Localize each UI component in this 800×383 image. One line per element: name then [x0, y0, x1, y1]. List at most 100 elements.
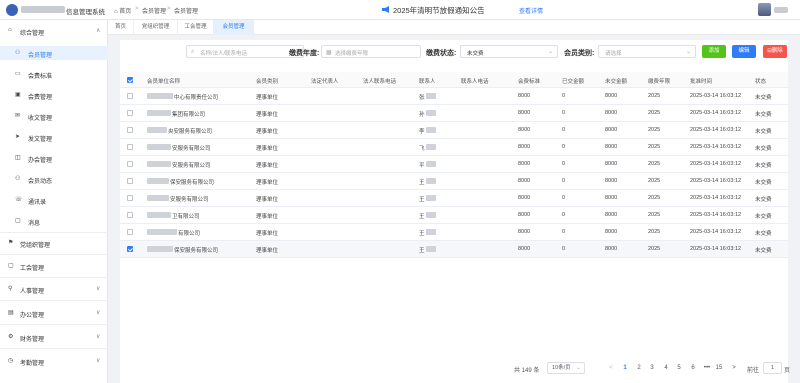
- sidebar-item-contacts[interactable]: ☏ 通讯录: [0, 193, 108, 207]
- row-checkbox[interactable]: [127, 178, 133, 184]
- page-4[interactable]: 4: [661, 363, 671, 374]
- table-row[interactable]: 安服务有限公司 理事单位 飞 8000 0 8000 2025 2025-03-14 16:0…: [120, 139, 788, 156]
- column-header[interactable]: 会员单位名称: [147, 77, 180, 85]
- page-6[interactable]: 6: [688, 363, 698, 374]
- year-picker[interactable]: ▦ 选择缴费年限: [321, 45, 421, 58]
- row-checkbox[interactable]: [127, 144, 133, 150]
- sidebar-item-activity[interactable]: ⚇ 会员动态: [0, 172, 108, 186]
- delete-button[interactable]: ⊟删除: [763, 45, 787, 58]
- cell-status: 未交费: [755, 112, 772, 118]
- row-checkbox[interactable]: [127, 212, 133, 218]
- page-5[interactable]: 5: [674, 363, 684, 374]
- tab-union[interactable]: 工会管理: [178, 20, 214, 35]
- column-header[interactable]: 缴费年限: [648, 77, 670, 85]
- column-header[interactable]: 会费标准: [518, 77, 540, 85]
- row-checkbox[interactable]: [127, 246, 133, 252]
- table-row[interactable]: 安服务有限公司 理事单位 平 8000 0 8000 2025 2025-03-14 16:0…: [120, 156, 788, 173]
- page-2[interactable]: 2: [634, 363, 644, 374]
- sidebar-item-general[interactable]: ⌂ 综合管理 ∧: [0, 24, 108, 38]
- cell-contact: 王: [419, 180, 425, 186]
- row-checkbox[interactable]: [127, 161, 133, 167]
- page-size-select[interactable]: 10条/页 ⌄: [547, 362, 585, 374]
- redacted-text: [147, 144, 171, 150]
- chevron-down-icon: ⌄: [576, 365, 581, 371]
- sidebar-item-attendance[interactable]: ◷ 考勤管理 ∨: [0, 354, 108, 368]
- select-all-checkbox[interactable]: [127, 77, 133, 83]
- cell-name: 保安服务有限公司: [174, 248, 219, 254]
- column-header[interactable]: 法定代表人: [311, 77, 339, 85]
- goto-input[interactable]: 1: [763, 362, 782, 374]
- table-row[interactable]: 中心有限责任公司 理事单位 张 8000 0 8000 2025 2025-03-14 16:…: [120, 88, 788, 105]
- table-row[interactable]: 央安服务有限公司 理事单位 李 8000 0 8000 2025 2025-03-14 16:…: [120, 122, 788, 139]
- status-select[interactable]: 未交费 ⌄: [460, 45, 558, 58]
- prev-page-button[interactable]: <: [606, 363, 616, 374]
- money-icon: ▣: [15, 92, 21, 98]
- sidebar-item-message[interactable]: ▢ 消息: [0, 214, 108, 228]
- next-page-button[interactable]: >: [729, 363, 739, 374]
- breadcrumb-home[interactable]: ⌂ 首页: [114, 6, 131, 15]
- notice-title: 2025年清明节放假通知公告: [393, 6, 485, 15]
- sidebar-item-send[interactable]: ➤ 发文管理: [0, 130, 108, 144]
- sidebar-item-hr[interactable]: ⚲ 人事管理 ∨: [0, 282, 108, 296]
- row-checkbox[interactable]: [127, 110, 133, 116]
- main-panel: ⌕ 名称/法人/联系电话 缴费年度: ▦ 选择缴费年限 缴费状态: 未交费 ⌄ …: [120, 40, 790, 383]
- tab-party[interactable]: 党组织管理: [134, 20, 178, 35]
- row-checkbox[interactable]: [127, 127, 133, 133]
- tab-home[interactable]: 首页: [108, 20, 134, 35]
- row-checkbox[interactable]: [127, 229, 133, 235]
- column-header[interactable]: 已交金额: [562, 77, 584, 85]
- sidebar-item-office[interactable]: ▤ 办公管理 ∨: [0, 306, 108, 320]
- column-header[interactable]: 未交金额: [605, 77, 627, 85]
- table-row[interactable]: 卫有限公司 理事单位 王 8000 0 8000 2025 2025-03-14 16:03:…: [120, 207, 788, 224]
- sidebar-item-meeting[interactable]: ◫ 办会管理: [0, 151, 108, 165]
- row-checkbox[interactable]: [127, 93, 133, 99]
- cell-time: 2025-03-14 16:03:12: [690, 93, 742, 99]
- more-pages[interactable]: •••: [702, 363, 712, 374]
- union-icon: ▢: [8, 263, 14, 269]
- table-row[interactable]: 保安服务有限公司 理事单位 王 8000 0 8000 2025 2025-03-14 16:…: [120, 173, 788, 190]
- cell-year: 2025: [648, 195, 661, 201]
- column-header[interactable]: 会员类别: [256, 77, 278, 85]
- breadcrumb-item[interactable]: 会员管理: [142, 6, 166, 15]
- sidebar-item-member[interactable]: ⚇ 会员管理: [0, 46, 108, 60]
- sidebar-item-finance[interactable]: ⚙ 财务管理 ∨: [0, 330, 108, 344]
- column-header[interactable]: 联系人: [419, 77, 436, 85]
- view-detail-link[interactable]: 查看详情: [519, 6, 543, 15]
- page-1[interactable]: 1: [620, 363, 630, 374]
- sidebar-item-party[interactable]: ⚑ 党组织管理: [0, 236, 108, 250]
- cell-type: 理事单位: [256, 248, 279, 254]
- tab-member[interactable]: 会员管理: [214, 20, 254, 35]
- table-row[interactable]: 集团有限公司 理事单位 孙 8000 0 8000 2025 2025-03-14 16:03…: [120, 105, 788, 122]
- sidebar-item-inbox[interactable]: ✉ 收文管理: [0, 109, 108, 123]
- flag-icon: ⚑: [8, 240, 14, 246]
- page-15[interactable]: 15: [714, 363, 724, 374]
- add-button[interactable]: 添加: [702, 45, 726, 58]
- cell-time: 2025-03-14 16:03:12: [690, 144, 742, 150]
- sidebar-item-fee[interactable]: ▣ 会费管理: [0, 88, 108, 102]
- column-header[interactable]: 联系人电话: [461, 77, 489, 85]
- search-input[interactable]: ⌕ 名称/法人/联系电话: [186, 45, 304, 58]
- person-icon: ⚲: [8, 286, 13, 292]
- sidebar-item-union[interactable]: ▢ 工会管理: [0, 259, 108, 273]
- cell-type: 理事单位: [256, 214, 279, 220]
- table-row[interactable]: 安服务有限公司 理事单位 王 8000 0 8000 2025 2025-03-14 16:0…: [120, 190, 788, 207]
- type-select[interactable]: 请选择 ⌄: [598, 45, 696, 58]
- table-row[interactable]: 有限公司 理事单位 王 8000 0 8000 2025 2025-03-14 16:03:1…: [120, 224, 788, 241]
- sidebar: ⌂ 综合管理 ∧ ⚇ 会员管理 ▭ 会费标准 ▣ 会费管理 ✉ 收文管理 ➤ 发…: [0, 20, 108, 383]
- column-header[interactable]: 状态: [755, 77, 766, 85]
- column-header[interactable]: 批准时间: [690, 77, 712, 85]
- calendar-icon: ▦: [326, 50, 332, 56]
- avatar[interactable]: [758, 3, 771, 16]
- cell-contact: 王: [419, 231, 425, 237]
- cell-contact: 王: [419, 248, 425, 254]
- cell-name: 有限公司: [178, 231, 201, 237]
- divider: [0, 232, 108, 233]
- row-checkbox[interactable]: [127, 195, 133, 201]
- cell-year: 2025: [648, 127, 661, 133]
- table-row[interactable]: 保安服务有限公司 理事单位 王 8000 0 8000 2025 2025-03-14 16:…: [120, 241, 788, 258]
- column-header[interactable]: 法人联系电话: [363, 77, 396, 85]
- sidebar-item-fee-standard[interactable]: ▭ 会费标准: [0, 67, 108, 81]
- page-3[interactable]: 3: [647, 363, 657, 374]
- edit-button[interactable]: 编辑: [732, 45, 756, 58]
- cell-contact: 王: [419, 214, 425, 220]
